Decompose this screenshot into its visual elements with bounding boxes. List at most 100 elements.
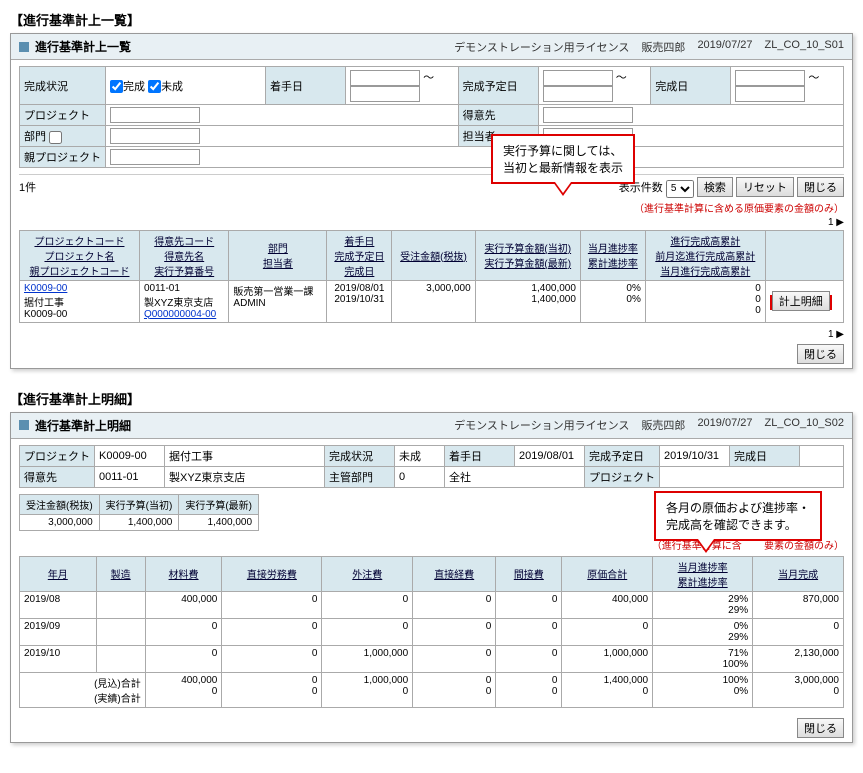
dh-genka[interactable]: 原価合計: [587, 570, 627, 581]
h-custname[interactable]: 得意先名: [164, 252, 204, 263]
panel-marker-icon: [19, 42, 29, 52]
tot-kse2: 0: [833, 686, 839, 697]
project-input[interactable]: [110, 107, 200, 123]
v-custname: 製XYZ東京支店: [165, 466, 325, 487]
close-button-bottom[interactable]: 閉じる: [797, 344, 844, 364]
dh-gaichu[interactable]: 外注費: [352, 570, 382, 581]
lbl-done: 完成: [123, 81, 145, 93]
tot-gai2: 0: [403, 686, 409, 697]
start-to[interactable]: [350, 86, 420, 102]
h-projname[interactable]: プロジェクト名: [44, 252, 114, 263]
lbl2-end: 完成日: [730, 445, 800, 466]
h-progm[interactable]: 当月進捗率: [588, 244, 638, 255]
summary-table: 受注金額(税抜) 実行予算(当初) 実行予算(最新) 3,000,000 1,4…: [19, 494, 259, 531]
panel-detail: 進行基準計上明細 デモンストレーション用ライセンス 販売四郎 2019/07/2…: [10, 412, 853, 743]
link-projcode[interactable]: K0009-00: [24, 283, 67, 294]
start-from[interactable]: [350, 70, 420, 86]
v-planend: 2019/10/31: [660, 445, 730, 466]
v-end: [800, 445, 844, 466]
h-planend[interactable]: 完成予定日: [334, 252, 384, 263]
table-row: 2019/08400,0000000400,00029%29%870,000: [20, 591, 844, 618]
detail-button[interactable]: 計上明細: [772, 291, 830, 311]
cell-blatest: 1,400,000: [531, 294, 576, 305]
h-budgetinit[interactable]: 実行予算金額(当初): [484, 244, 571, 255]
section2-heading: 【進行基準計上明細】: [10, 389, 853, 408]
chk-done[interactable]: [110, 80, 123, 93]
h-custcode[interactable]: 得意先コード: [154, 237, 214, 248]
h-comp3[interactable]: 当月進行完成高累計: [660, 267, 750, 278]
h-budgetno[interactable]: 実行予算番号: [154, 267, 214, 278]
v-status: 未成: [395, 445, 445, 466]
h-budgetlatest[interactable]: 実行予算金額(最新): [484, 259, 571, 270]
cell-projname: 据付工事: [24, 298, 64, 309]
cell-c1: 0: [755, 283, 761, 294]
section1-heading: 【進行基準計上一覧】: [10, 10, 853, 29]
count-text: 1件: [19, 179, 36, 195]
panel-list: 進行基準計上一覧 デモンストレーション用ライセンス 販売四郎 2019/07/2…: [10, 33, 853, 369]
sv2: 1,400,000: [99, 514, 179, 530]
h-start[interactable]: 着手日: [344, 237, 374, 248]
dh-keihi[interactable]: 直接経費: [434, 570, 474, 581]
dh-zairyo[interactable]: 材料費: [169, 570, 199, 581]
dh-p2[interactable]: 累計進捗率: [678, 578, 728, 589]
tot-kan2: 0: [552, 686, 558, 697]
lbl-undone: 未成: [161, 81, 183, 93]
callout-text2: 各月の原価および進捗率・ 完成高を確認できます。: [666, 501, 810, 532]
license-text: デモンストレーション用ライセンス: [454, 39, 629, 55]
dh-seizo[interactable]: 製造: [111, 570, 131, 581]
h-person[interactable]: 担当者: [263, 259, 293, 270]
lbl-planend: 完成予定日: [458, 67, 538, 105]
sv1: 3,000,000: [20, 514, 100, 530]
dh-roumu[interactable]: 直接労務費: [247, 570, 297, 581]
h-dept[interactable]: 部門: [268, 244, 288, 255]
user-text: 販売四郎: [641, 39, 685, 55]
panel2-header: 進行基準計上明細 デモンストレーション用ライセンス 販売四郎 2019/07/2…: [11, 413, 852, 439]
cell-progm: 0%: [626, 283, 640, 294]
h-comp2[interactable]: 前月迄進行完成高累計: [655, 252, 755, 263]
tot-kei2: 0: [486, 686, 492, 697]
dept-input[interactable]: [110, 128, 200, 144]
lbl-project: プロジェクト: [20, 105, 106, 126]
tilde3: ～: [808, 72, 819, 84]
note-text: （進行基準計算に含める原価要素の金額のみ）: [11, 200, 852, 217]
dh-p1[interactable]: 当月進捗率: [678, 563, 728, 574]
close-button-detail[interactable]: 閉じる: [797, 718, 844, 738]
customer-input[interactable]: [543, 107, 633, 123]
dept-chk[interactable]: [49, 131, 62, 144]
page-indicator: 1: [828, 217, 834, 228]
h-comp1[interactable]: 進行完成高累計: [670, 237, 740, 248]
chk-undone[interactable]: [148, 80, 161, 93]
search-button[interactable]: 検索: [697, 177, 733, 197]
end-from[interactable]: [735, 70, 805, 86]
screen-id2: ZL_CO_10_S02: [765, 417, 845, 433]
planend-from[interactable]: [543, 70, 613, 86]
dh-ym[interactable]: 年月: [48, 570, 68, 581]
h-projcode[interactable]: プロジェクトコード: [34, 237, 124, 248]
tilde2: ～: [616, 72, 627, 84]
parent-input[interactable]: [110, 149, 200, 165]
end-to[interactable]: [735, 86, 805, 102]
tot-rou2: 0: [312, 686, 318, 697]
total-row: (見込)合計(実績)合計 400,0000 00 1,000,0000 00 0…: [20, 672, 844, 707]
note2b: 要素の金額のみ）: [764, 541, 844, 552]
dh-kansei[interactable]: 当月完成: [778, 570, 818, 581]
h-end[interactable]: 完成日: [344, 267, 374, 278]
callout-monthly: 各月の原価および進捗率・ 完成高を確認できます。: [654, 491, 822, 541]
link-budgetno[interactable]: Q000000004-00: [144, 309, 216, 320]
reset-button[interactable]: リセット: [736, 177, 794, 197]
cell-parent: K0009-00: [24, 309, 67, 320]
date-text2: 2019/07/27: [697, 417, 752, 433]
tot-gen: 1,400,000: [604, 675, 649, 686]
h-progt[interactable]: 累計進捗率: [588, 259, 638, 270]
h-parentcode[interactable]: 親プロジェクトコード: [29, 267, 129, 278]
cell-c3: 0: [755, 305, 761, 316]
close-button-top[interactable]: 閉じる: [797, 177, 844, 197]
v-company: 全社: [445, 466, 585, 487]
lbl-parent: 親プロジェクト: [20, 147, 106, 168]
h-orderamt[interactable]: 受注金額(税抜): [400, 252, 467, 263]
disp-count-select[interactable]: 5: [666, 180, 694, 198]
panel-marker-icon: [19, 420, 29, 430]
planend-to[interactable]: [543, 86, 613, 102]
lbl2-parent: プロジェクト: [585, 466, 660, 487]
dh-kansetsu[interactable]: 間接費: [514, 570, 544, 581]
